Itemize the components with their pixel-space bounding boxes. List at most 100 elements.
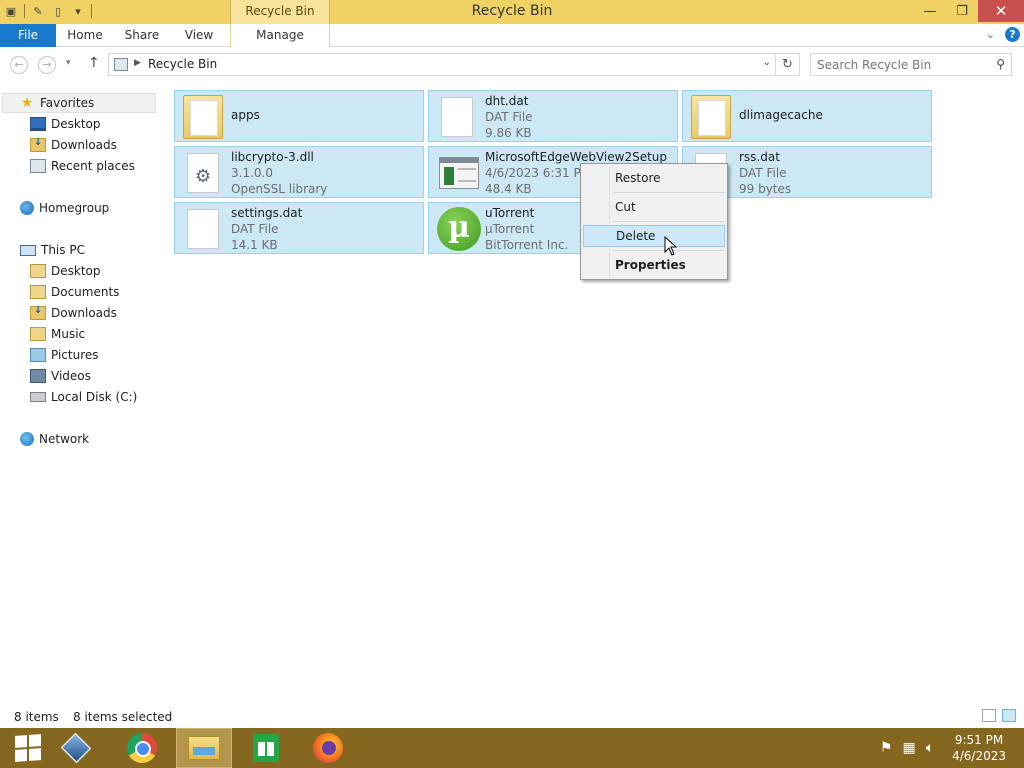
file-name: uTorrent xyxy=(485,206,535,220)
file-name: dlimagecache xyxy=(739,108,823,122)
back-button[interactable]: ← xyxy=(10,56,28,74)
firefox-icon xyxy=(313,733,343,763)
new-folder-icon[interactable]: ▯ xyxy=(51,3,65,19)
file-version: 3.1.0.0 xyxy=(231,166,273,180)
nav-label: Pictures xyxy=(51,348,99,362)
nav-pc-videos[interactable]: Videos xyxy=(30,366,91,386)
nav-label: Music xyxy=(51,327,86,341)
nav-favorites-downloads[interactable]: Downloads xyxy=(30,135,117,155)
virtualbox-icon xyxy=(60,732,92,764)
nav-pc-local-disk[interactable]: Local Disk (C:) xyxy=(30,387,137,407)
file-tile[interactable]: apps xyxy=(174,90,424,142)
taskbar-store[interactable] xyxy=(238,728,294,768)
nav-pc-pictures[interactable]: Pictures xyxy=(30,345,99,365)
nav-homegroup[interactable]: Homegroup xyxy=(20,198,109,218)
search-input[interactable] xyxy=(817,56,987,73)
details-view-icon[interactable] xyxy=(982,709,996,722)
system-menu-icon[interactable]: ▣ xyxy=(4,3,18,19)
search-box[interactable]: ⚲ xyxy=(810,53,1012,76)
menu-item-properties[interactable]: Properties xyxy=(583,254,725,276)
store-icon xyxy=(253,734,279,762)
restore-button[interactable]: ❐ xyxy=(946,0,978,22)
properties-icon[interactable]: ✎ xyxy=(31,3,45,19)
file-icon xyxy=(183,207,223,251)
nav-network[interactable]: Network xyxy=(20,429,89,449)
flag-icon[interactable]: ⚑ xyxy=(880,740,893,756)
taskbar-chrome[interactable] xyxy=(114,728,170,768)
navigation-pane: ★ Favorites Desktop Downloads Recent pla… xyxy=(0,90,168,700)
tab-view[interactable]: View xyxy=(176,24,222,47)
minimize-button[interactable]: — xyxy=(914,0,946,22)
mouse-cursor-icon xyxy=(664,236,678,256)
tab-manage[interactable]: Manage xyxy=(230,24,330,47)
documents-icon xyxy=(30,285,46,299)
volume-icon[interactable]: 🔈︎ xyxy=(926,740,934,756)
clock[interactable]: 9:51 PM 4/6/2023 xyxy=(952,732,1006,764)
setup-icon xyxy=(437,151,479,195)
breadcrumb-recycle-bin[interactable]: Recycle Bin xyxy=(148,57,217,71)
nav-label: Documents xyxy=(51,285,120,299)
downloads-icon xyxy=(30,137,46,152)
nav-label: Downloads xyxy=(51,306,117,320)
file-description: OpenSSL library xyxy=(231,182,328,196)
windows-logo-icon xyxy=(15,734,41,762)
breadcrumb-chevron-icon[interactable]: ▶ xyxy=(134,58,141,68)
file-name: apps xyxy=(231,108,260,122)
file-tile[interactable]: dht.dat DAT File 9.86 KB xyxy=(428,90,678,142)
folder-icon xyxy=(30,264,46,278)
nav-this-pc[interactable]: This PC xyxy=(20,240,85,260)
downloads-icon xyxy=(30,305,46,320)
computer-icon xyxy=(20,244,36,256)
nav-favorites-desktop[interactable]: Desktop xyxy=(30,114,101,134)
tab-home[interactable]: Home xyxy=(60,24,110,47)
nav-label: Desktop xyxy=(51,264,101,278)
file-name: dht.dat xyxy=(485,94,529,108)
file-name: libcrypto-3.dll xyxy=(231,150,314,164)
address-bar[interactable]: ▶ Recycle Bin ⌄ ↻ xyxy=(108,53,800,76)
forward-button[interactable]: → xyxy=(38,56,56,74)
search-icon[interactable]: ⚲ xyxy=(996,57,1005,71)
menu-item-delete[interactable]: Delete xyxy=(583,225,725,247)
recent-locations-icon[interactable]: ▾ xyxy=(66,58,71,68)
close-button[interactable]: ✕ xyxy=(978,0,1024,22)
network-tray-icon[interactable]: ▦ xyxy=(902,740,915,756)
nav-label: Desktop xyxy=(51,117,101,131)
nav-label: Homegroup xyxy=(39,201,110,215)
clock-date: 4/6/2023 xyxy=(952,749,1006,763)
nav-pc-documents[interactable]: Documents xyxy=(30,282,119,302)
taskbar-virtualbox[interactable] xyxy=(48,728,104,768)
file-tile[interactable]: dlimagecache xyxy=(682,90,932,142)
nav-pc-desktop[interactable]: Desktop xyxy=(30,261,101,281)
taskbar-file-explorer[interactable] xyxy=(176,728,232,768)
file-company: BitTorrent Inc. xyxy=(485,238,569,252)
folder-icon xyxy=(691,95,731,139)
tab-file[interactable]: File xyxy=(0,24,56,47)
file-tile[interactable]: ⚙ libcrypto-3.dll 3.1.0.0 OpenSSL librar… xyxy=(174,146,424,198)
desktop-icon xyxy=(30,117,46,131)
toolbar-divider xyxy=(24,4,25,18)
taskbar-firefox[interactable] xyxy=(300,728,356,768)
nav-label: Videos xyxy=(51,369,91,383)
tab-share[interactable]: Share xyxy=(118,24,166,47)
tiles-view-icon[interactable] xyxy=(1002,709,1016,722)
ribbon-tabs: File Home Share View Manage ⌄ ? xyxy=(0,24,1024,47)
file-description: µTorrent xyxy=(485,222,535,236)
expand-ribbon-icon[interactable]: ⌄ xyxy=(986,28,995,41)
up-button[interactable]: ↑ xyxy=(88,55,100,71)
nav-label: Favorites xyxy=(40,96,95,110)
window-title: Recycle Bin xyxy=(471,3,553,19)
nav-pc-downloads[interactable]: Downloads xyxy=(30,303,117,323)
refresh-button[interactable]: ↻ xyxy=(775,54,799,75)
address-dropdown-icon[interactable]: ⌄ xyxy=(763,57,771,68)
file-tile[interactable]: settings.dat DAT File 14.1 KB xyxy=(174,202,424,254)
nav-recent-places[interactable]: Recent places xyxy=(30,156,135,176)
menu-item-restore[interactable]: Restore xyxy=(583,167,725,189)
recycle-bin-icon xyxy=(114,58,128,71)
recent-places-icon xyxy=(30,159,46,173)
customize-toolbar-icon[interactable]: ▾ xyxy=(71,3,85,19)
help-icon[interactable]: ? xyxy=(1005,27,1020,42)
menu-item-cut[interactable]: Cut xyxy=(583,196,725,218)
nav-pc-music[interactable]: Music xyxy=(30,324,85,344)
nav-favorites[interactable]: ★ Favorites xyxy=(2,93,156,113)
recycle-bin-tools-group: Recycle Bin Tools xyxy=(230,0,330,40)
